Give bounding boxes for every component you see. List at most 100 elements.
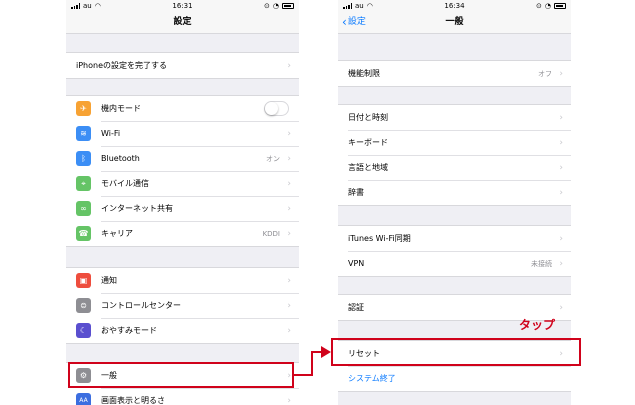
back-button[interactable]: ‹ 設定 [342, 12, 366, 32]
row-label: VPN [348, 259, 365, 268]
tap-annotation: タップ [519, 318, 556, 332]
setup-row[interactable]: iPhoneの設定を完了する › [66, 53, 299, 78]
settings-row[interactable]: 機能制限 オフ › [338, 61, 571, 86]
settings-row[interactable]: ⌖ モバイル通信 › [66, 171, 299, 196]
chevron-right-icon: › [287, 228, 291, 239]
wifi-icon: ≋ [76, 126, 91, 141]
chevron-left-icon: ‹ [342, 15, 347, 29]
settings-row[interactable]: ⚙ 一般 › [66, 363, 299, 388]
settings-row[interactable]: 辞書 › [338, 180, 571, 205]
settings-row[interactable]: キーボード › [338, 130, 571, 155]
settings-row[interactable]: システム終了 [338, 366, 571, 391]
settings-row[interactable]: ≋ Wi-Fi › [66, 121, 299, 146]
settings-row[interactable]: ☎ キャリア KDDI › [66, 221, 299, 246]
settings-row[interactable]: ∞ インターネット共有 › [66, 196, 299, 221]
chevron-right-icon: › [287, 395, 291, 405]
chevron-right-icon: › [287, 128, 291, 139]
chevron-right-icon: › [287, 300, 291, 311]
settings-row[interactable]: iTunes Wi-Fi同期 › [338, 226, 571, 251]
sync-group: iTunes Wi-Fi同期 › VPN 未接続 › [338, 225, 571, 277]
rotation-lock-icon: ⊙ [264, 2, 270, 10]
airplane-toggle[interactable] [264, 101, 289, 116]
chevron-right-icon: › [559, 348, 563, 359]
link-icon: ∞ [76, 201, 91, 216]
chevron-right-icon: › [287, 275, 291, 286]
row-label: 機内モード [101, 104, 141, 113]
row-label: 認証 [348, 303, 364, 312]
settings-row[interactable]: AA 画面表示と明るさ › [66, 388, 299, 405]
row-value: 未接続 [531, 259, 552, 268]
row-label: 辞書 [348, 188, 364, 197]
moon-icon: ☾ [76, 323, 91, 338]
battery-icon [554, 3, 566, 9]
nav-bar: 設定 [66, 12, 299, 34]
row-label: キーボード [348, 138, 388, 147]
settings-row[interactable]: ☾ おやすみモード › [66, 318, 299, 343]
chevron-right-icon: › [559, 68, 563, 79]
status-bar: au ◠ 16:31 ⊙ ◔ [66, 0, 299, 12]
row-label: 通知 [101, 276, 117, 285]
general-group: ⚙ 一般 › AA 画面表示と明るさ › [66, 362, 299, 405]
restrictions-group: 機能制限 オフ › [338, 60, 571, 87]
datetime-group: 日付と時刻 › キーボード › 言語と地域 › 辞書 › [338, 104, 571, 206]
page-title: 設定 [173, 17, 192, 27]
chevron-right-icon: › [287, 325, 291, 336]
chevron-right-icon: › [559, 187, 563, 198]
settings-row[interactable]: ⊜ コントロールセンター › [66, 293, 299, 318]
settings-row[interactable]: 言語と地域 › [338, 155, 571, 180]
alarm-icon: ◔ [544, 2, 551, 10]
back-button-label: 設定 [347, 17, 366, 27]
chevron-right-icon: › [559, 302, 563, 313]
display-icon: AA [76, 393, 91, 405]
row-value: KDDI [262, 229, 280, 238]
settings-row[interactable]: ▣ 通知 › [66, 268, 299, 293]
reset-group: リセット › システム終了 [338, 340, 571, 392]
settings-row[interactable]: VPN 未接続 › [338, 251, 571, 276]
row-label: おやすみモード [101, 326, 157, 335]
settings-screen: au ◠ 16:31 ⊙ ◔ 設定 iPhoneの設定を完了する › ✈ 機内モー… [66, 0, 299, 405]
settings-row[interactable]: 日付と時刻 › [338, 105, 571, 130]
battery-icon [282, 3, 294, 9]
row-label: システム終了 [348, 374, 396, 383]
row-label: モバイル通信 [101, 179, 149, 188]
control-center-icon: ⊜ [76, 298, 91, 313]
chevron-right-icon: › [559, 233, 563, 244]
phone-icon: ☎ [76, 226, 91, 241]
row-label: 一般 [101, 371, 117, 380]
airplane-icon: ✈ [76, 101, 91, 116]
chevron-right-icon: › [559, 258, 563, 269]
row-value: オン [266, 154, 280, 163]
row-value: オフ [538, 69, 552, 78]
status-bar: au ◠ 16:34 ⊙ ◔ [338, 0, 571, 12]
setup-group: iPhoneの設定を完了する › [66, 52, 299, 79]
row-label: リセット [348, 349, 380, 358]
row-label: キャリア [101, 229, 133, 238]
bluetooth-icon: ᛒ [76, 151, 91, 166]
row-label: コントロールセンター [101, 301, 181, 310]
chevron-right-icon: › [287, 178, 291, 189]
general-screen: au ◠ 16:34 ⊙ ◔ ‹ 設定 一般 機能制限 オフ › 日付と時刻 › キーボ… [338, 0, 571, 405]
row-label: 日付と時刻 [348, 113, 388, 122]
settings-row[interactable]: リセット › [338, 341, 571, 366]
page-title: 一般 [445, 17, 464, 27]
chevron-right-icon: › [287, 370, 291, 381]
row-label: Wi-Fi [101, 129, 121, 138]
antenna-icon: ⌖ [76, 176, 91, 191]
setup-row-label: iPhoneの設定を完了する [76, 61, 168, 70]
row-label: 機能制限 [348, 69, 380, 78]
row-label: 画面表示と明るさ [101, 396, 165, 405]
settings-row[interactable]: ᛒ Bluetooth オン › [66, 146, 299, 171]
chevron-right-icon: › [287, 203, 291, 214]
row-label: Bluetooth [101, 154, 140, 163]
notifications-group: ▣ 通知 › ⊜ コントロールセンター › ☾ おやすみモード › [66, 267, 299, 344]
nav-bar: ‹ 設定 一般 [338, 12, 571, 34]
chevron-right-icon: › [559, 162, 563, 173]
chevron-right-icon: › [559, 112, 563, 123]
row-label: インターネット共有 [101, 204, 173, 213]
alarm-icon: ◔ [272, 2, 279, 10]
row-label: 言語と地域 [348, 163, 388, 172]
notification-icon: ▣ [76, 273, 91, 288]
settings-row[interactable]: ✈ 機内モード [66, 96, 299, 121]
row-label: iTunes Wi-Fi同期 [348, 234, 411, 243]
connectivity-group: ✈ 機内モード ≋ Wi-Fi › ᛒ Bluetooth オン › ⌖ モバイル通信 › ∞ インターネ… [66, 95, 299, 247]
